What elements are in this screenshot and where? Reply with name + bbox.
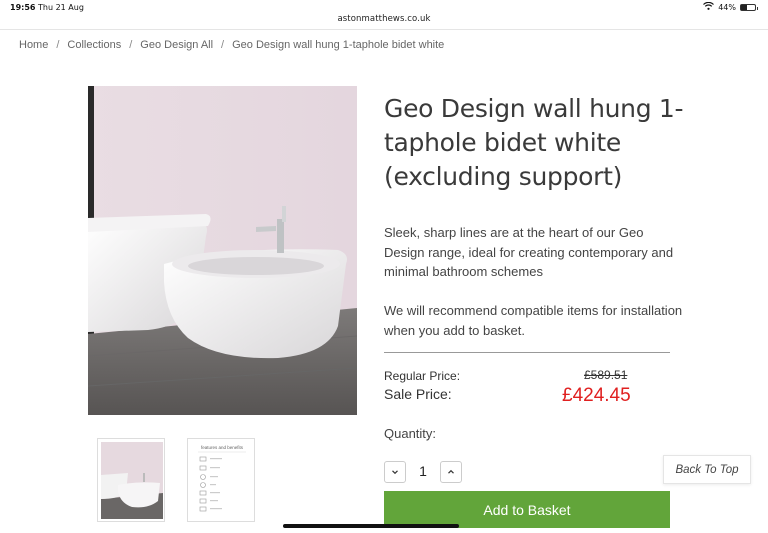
battery-icon xyxy=(740,3,758,11)
quantity-decrease-button[interactable] xyxy=(384,461,406,483)
wifi-icon xyxy=(703,1,715,12)
product-thumbnail-photo[interactable] xyxy=(97,438,165,522)
breadcrumb-separator: / xyxy=(129,39,133,51)
product-description: Sleek, sharp lines are at the heart of o… xyxy=(384,225,674,279)
add-to-basket-button[interactable]: Add to Basket xyxy=(384,491,670,528)
quantity-increase-button[interactable] xyxy=(440,461,462,483)
status-right: 44% xyxy=(703,1,758,12)
recommendation-text: We will recommend compatible items for i… xyxy=(384,303,683,338)
home-indicator[interactable] xyxy=(283,524,459,528)
breadcrumb-separator: / xyxy=(56,39,60,51)
battery-fill xyxy=(741,4,748,10)
product-title: Geo Design wall hung 1-taphole bidet whi… xyxy=(384,94,684,191)
quantity-value[interactable]: 1 xyxy=(411,463,435,479)
divider xyxy=(0,29,768,30)
breadcrumb-collections[interactable]: Collections xyxy=(67,39,121,51)
battery-percent: 44% xyxy=(718,2,736,12)
breadcrumb-current: Geo Design wall hung 1-taphole bidet whi… xyxy=(232,39,445,51)
url-bar[interactable]: astonmatthews.co.uk xyxy=(0,12,768,28)
product-main-image[interactable] xyxy=(88,86,357,415)
quantity-label: Quantity: xyxy=(384,426,437,441)
sale-price: £424.45 xyxy=(562,385,631,406)
breadcrumb-geo-design-all[interactable]: Geo Design All xyxy=(140,39,213,51)
back-to-top-button[interactable]: Back To Top xyxy=(663,455,751,484)
breadcrumb-home[interactable]: Home xyxy=(19,39,48,51)
regular-price: £589.51 xyxy=(584,368,628,382)
chevron-down-icon xyxy=(392,470,398,475)
sale-price-label: Sale Price: xyxy=(384,386,452,402)
regular-price-label: Regular Price: xyxy=(384,369,461,383)
features-doc-title: features and benefits xyxy=(201,445,244,450)
status-time: 19:56 xyxy=(10,3,36,12)
product-thumbnail-features[interactable]: features and benefits xyxy=(187,438,255,522)
price-divider xyxy=(384,352,670,353)
status-date: Thu 21 Aug xyxy=(38,3,84,12)
breadcrumb: Home / Collections / Geo Design All / Ge… xyxy=(19,39,444,51)
chevron-up-icon xyxy=(448,469,454,474)
breadcrumb-separator: / xyxy=(221,39,225,51)
